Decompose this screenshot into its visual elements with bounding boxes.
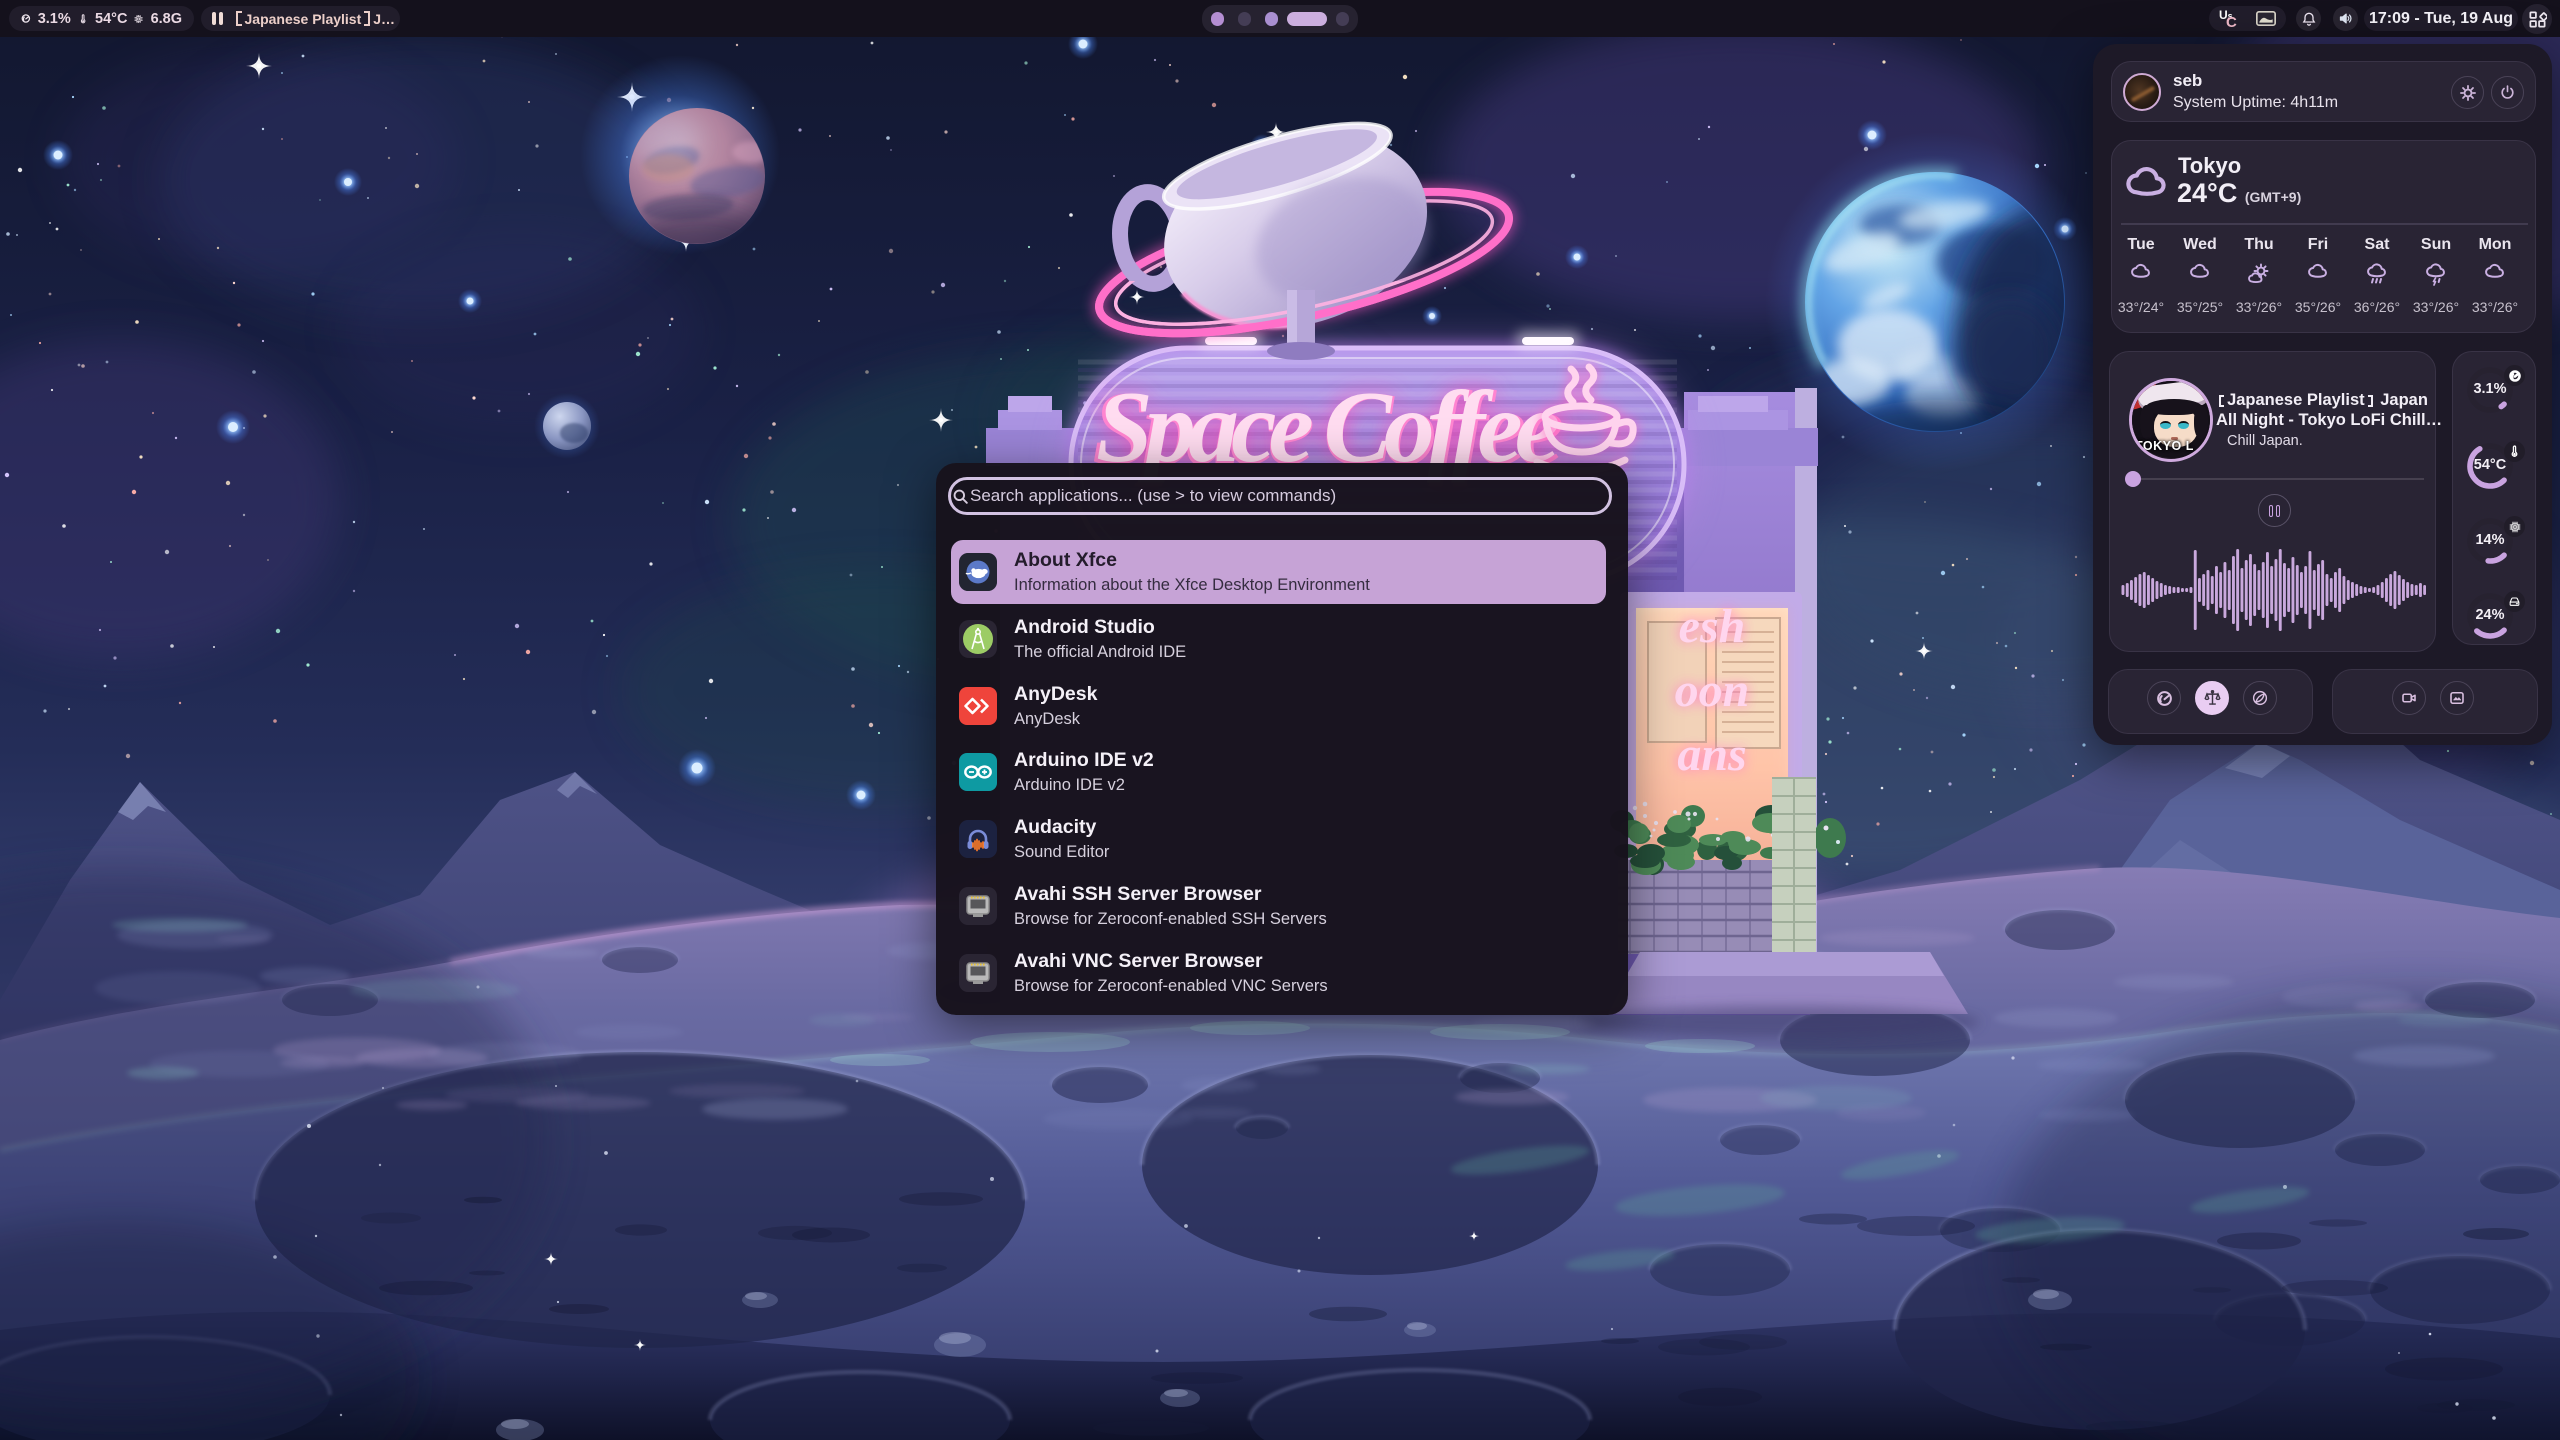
svg-text:oon: oon <box>1675 664 1750 717</box>
svg-text:ans: ans <box>1677 728 1746 781</box>
svg-text:esh: esh <box>1679 600 1746 653</box>
